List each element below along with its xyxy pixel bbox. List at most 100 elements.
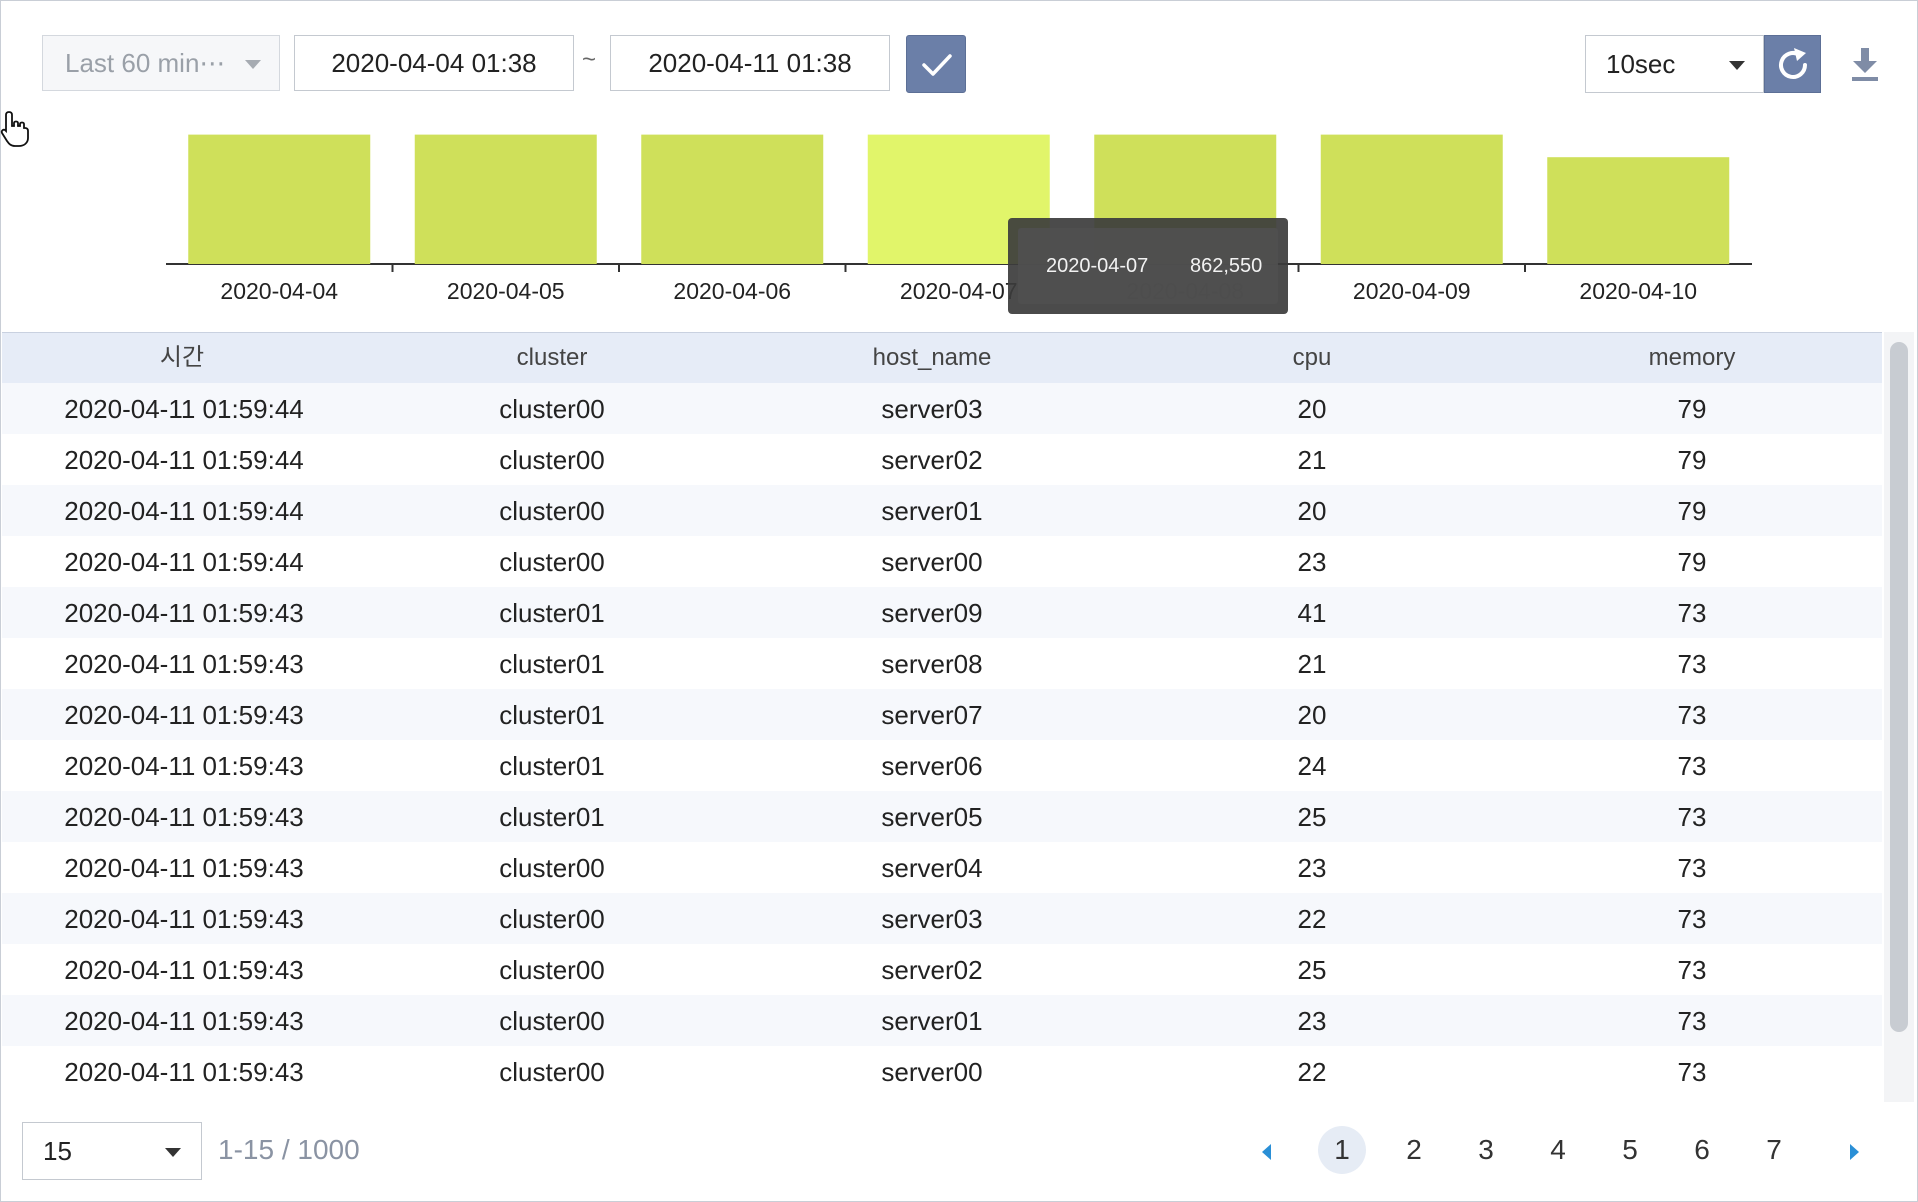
table-row[interactable]: 2020-04-11 01:59:43 cluster00 server00 22 73 (2, 1046, 1882, 1098)
toolbar: Last 60 min⋯ 2020-04-04 01:38 ~ 2020-04-… (0, 0, 1918, 120)
chevron-down-icon (245, 60, 261, 69)
cell-cpu: 23 (1297, 1006, 1327, 1036)
page-3-button[interactable]: 3 (1462, 1126, 1510, 1174)
table-row[interactable]: 2020-04-11 01:59:43 cluster01 server08 21 73 (2, 638, 1882, 690)
apply-button[interactable] (906, 35, 966, 93)
cell-cpu: 20 (1297, 496, 1327, 526)
cell-cpu: 21 (1297, 445, 1327, 475)
prev-page-icon[interactable] (1262, 1144, 1271, 1160)
x-tick-label: 2020-04-07 (900, 278, 1018, 304)
cell-memory: 73 (1677, 649, 1707, 679)
table-row[interactable]: 2020-04-11 01:59:44 cluster00 server00 23 79 (2, 536, 1882, 588)
cell-time: 2020-04-11 01:59:43 (64, 955, 304, 985)
chart-canvas: 2020-04-04 2020-04-05 2020-04-06 2020-04-07… (166, 134, 1752, 304)
table-row[interactable]: 2020-04-11 01:59:43 cluster01 server09 41 73 (2, 587, 1882, 639)
page-7-button[interactable]: 7 (1750, 1126, 1798, 1174)
cell-memory: 73 (1677, 1006, 1707, 1036)
column-header-host-name[interactable]: host_name (742, 333, 1122, 383)
time-range-select[interactable]: Last 60 min⋯ (42, 35, 280, 91)
cell-time: 2020-04-11 01:59:43 (64, 751, 304, 781)
page-5-button[interactable]: 5 (1606, 1126, 1654, 1174)
cell-host-name: server07 (881, 700, 983, 730)
cell-time: 2020-04-11 01:59:44 (64, 496, 304, 526)
cell-cluster: cluster00 (499, 445, 605, 475)
cell-cpu: 22 (1297, 904, 1327, 934)
scrollbar-thumb[interactable] (1890, 342, 1908, 1032)
tooltip-value: 862,550 (1190, 255, 1263, 277)
download-icon (1852, 48, 1878, 81)
page-size-label: 15 (43, 1136, 72, 1166)
table-row[interactable]: 2020-04-11 01:59:43 cluster01 server07 20 73 (2, 689, 1882, 741)
cell-host-name: server02 (881, 955, 983, 985)
page-2-button[interactable]: 2 (1390, 1126, 1438, 1174)
cell-host-name: server02 (881, 445, 983, 475)
table-row[interactable]: 2020-04-11 01:59:43 cluster00 server02 25 73 (2, 944, 1882, 996)
refresh-icon (1779, 48, 1807, 79)
refresh-interval-select[interactable]: 10sec (1585, 35, 1764, 93)
cell-cpu: 41 (1297, 598, 1327, 628)
daily-bar-chart: 2020-04-04 2020-04-05 2020-04-06 2020-04-07… (0, 110, 1918, 325)
table-row[interactable]: 2020-04-11 01:59:43 cluster01 server06 24 73 (2, 740, 1882, 792)
cell-cpu: 20 (1297, 394, 1327, 424)
table-row[interactable]: 2020-04-11 01:59:44 cluster00 server02 21 79 (2, 434, 1882, 486)
bar-2020-04-06[interactable] (641, 134, 824, 264)
column-header-time[interactable]: 시간 (2, 333, 362, 383)
x-tick-label: 2020-04-10 (1579, 278, 1697, 304)
cell-cpu: 20 (1297, 700, 1327, 730)
cell-memory: 73 (1677, 955, 1707, 985)
cell-memory: 79 (1677, 547, 1707, 577)
bar-2020-04-09[interactable] (1320, 134, 1503, 264)
cell-host-name: server05 (881, 802, 983, 832)
refresh-interval-label: 10sec (1606, 49, 1676, 79)
page-4-button[interactable]: 4 (1534, 1126, 1582, 1174)
table-row[interactable]: 2020-04-11 01:59:43 cluster01 server05 25 73 (2, 791, 1882, 843)
cell-time: 2020-04-11 01:59:43 (64, 853, 304, 883)
cell-host-name: server06 (881, 751, 983, 781)
table-header: 시간 cluster host_name cpu memory (2, 332, 1882, 383)
cell-time: 2020-04-11 01:59:43 (64, 1057, 304, 1087)
bar-2020-04-10[interactable] (1547, 157, 1730, 264)
record-range-info: 1-15 / 1000 (218, 1134, 360, 1165)
next-page-icon[interactable] (1850, 1144, 1859, 1160)
range-separator: ~ (582, 46, 597, 73)
refresh-button[interactable] (1764, 35, 1821, 93)
bar-2020-04-05[interactable] (414, 134, 597, 264)
column-header-memory[interactable]: memory (1502, 333, 1882, 383)
cell-cluster: cluster00 (499, 1006, 605, 1036)
table-row[interactable]: 2020-04-11 01:59:43 cluster00 server04 23 73 (2, 842, 1882, 894)
table-row[interactable]: 2020-04-11 01:59:44 cluster00 server03 20 79 (2, 383, 1882, 435)
table-row[interactable]: 2020-04-11 01:59:44 cluster00 server01 20 79 (2, 485, 1882, 537)
x-tick-label: 2020-04-04 (220, 278, 338, 304)
end-date-input[interactable]: 2020-04-11 01:38 (610, 35, 890, 91)
page-6-button[interactable]: 6 (1678, 1126, 1726, 1174)
cell-memory: 73 (1677, 598, 1707, 628)
cell-cpu: 23 (1297, 853, 1327, 883)
cell-time: 2020-04-11 01:59:44 (64, 445, 304, 475)
column-header-cluster[interactable]: cluster (362, 333, 742, 383)
column-header-cpu[interactable]: cpu (1122, 333, 1502, 383)
cell-memory: 73 (1677, 700, 1707, 730)
cell-host-name: server01 (881, 1006, 983, 1036)
cell-cluster: cluster00 (499, 394, 605, 424)
time-range-label: Last 60 min⋯ (65, 48, 226, 78)
tooltip-date: 2020-04-07 (1046, 255, 1149, 277)
x-tick-label: 2020-04-05 (447, 278, 565, 304)
chart-tooltip: 2020-04-07 862,550 (1008, 218, 1288, 314)
page-1-button[interactable]: 1 (1318, 1126, 1366, 1174)
table-row[interactable]: 2020-04-11 01:59:43 cluster00 server01 23 73 (2, 995, 1882, 1047)
cell-memory: 73 (1677, 802, 1707, 832)
table-row[interactable]: 2020-04-11 01:59:43 cluster00 server03 22 73 (2, 893, 1882, 945)
page-size-select[interactable]: 15 (22, 1122, 202, 1180)
cell-time: 2020-04-11 01:59:43 (64, 904, 304, 934)
table-scrollbar[interactable] (1884, 332, 1914, 1102)
bar-2020-04-04[interactable] (188, 134, 371, 264)
cell-time: 2020-04-11 01:59:43 (64, 649, 304, 679)
cell-host-name: server08 (881, 649, 983, 679)
download-button[interactable] (1848, 46, 1882, 84)
cell-host-name: server04 (881, 853, 983, 883)
cell-cpu: 24 (1297, 751, 1327, 781)
check-icon (922, 54, 952, 76)
start-date-input[interactable]: 2020-04-04 01:38 (294, 35, 574, 91)
x-tick-label: 2020-04-06 (673, 278, 791, 304)
x-tick-label: 2020-04-09 (1353, 278, 1471, 304)
